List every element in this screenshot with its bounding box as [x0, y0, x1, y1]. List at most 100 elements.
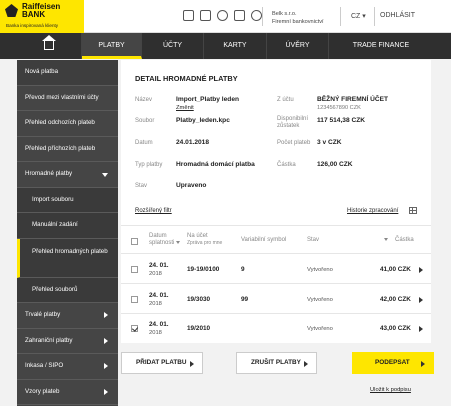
column-account[interactable]: Na účet Zpráva pro mne: [187, 233, 222, 247]
row-account: 19/3030: [187, 296, 211, 303]
sidebar-item-inkasa[interactable]: Inkasa / SIPO: [17, 354, 118, 380]
sidebar-item-label: Převod mezi vlastními účty: [25, 93, 99, 101]
raiffeisen-emblem-icon: [5, 4, 18, 17]
sort-icon[interactable]: [382, 237, 392, 244]
sidebar-item-label: Nová platba: [25, 68, 59, 75]
divider: [374, 7, 375, 26]
raiffeisen-logo[interactable]: Raiffeisen BANK Banka inspirovaná klient…: [0, 0, 84, 33]
chevron-right-icon: [421, 361, 425, 367]
page-title: DETAIL HROMADNÉ PLATBY: [135, 74, 238, 83]
row-year: 2018: [149, 301, 162, 307]
row-date: 24. 01.: [149, 292, 169, 299]
sidebar-subitem-prehled-hromadnych[interactable]: Přehled hromadných plateb: [17, 238, 118, 278]
column-variable-symbol[interactable]: Variabilní symbol: [241, 237, 286, 244]
chevron-right-icon: [104, 388, 108, 395]
chevron-right-icon: [304, 361, 308, 367]
column-due-date-line1: Datum: [149, 233, 167, 239]
column-state[interactable]: Stav: [307, 237, 319, 244]
row-account: 19-19/0100: [187, 266, 220, 273]
brand-name-line2: BANK: [22, 10, 46, 19]
calendar-icon[interactable]: [234, 10, 245, 21]
sidebar-item-hromadne[interactable]: Hromadné platby: [17, 162, 118, 188]
company-name: Belk s.r.o.: [272, 11, 297, 17]
chevron-right-icon: [104, 312, 108, 318]
company-subtitle: Firemní bankovnictví: [272, 19, 324, 25]
date-value: 24.01.2018: [176, 139, 210, 146]
add-payment-button[interactable]: PŘIDAT PLATBU: [121, 352, 203, 374]
language-selector[interactable]: CZ ▾: [351, 12, 366, 20]
column-due-date[interactable]: Datum splatnosti: [149, 233, 181, 247]
type-label: Typ platby: [135, 162, 163, 168]
chevron-right-icon: [104, 363, 108, 369]
chevron-right-icon[interactable]: [419, 326, 423, 332]
nav-trade-finance[interactable]: TRADE FINANCE: [329, 33, 433, 59]
account-number: 1234567890 CZK: [317, 105, 361, 111]
sidebar-item-label: Přehled hromadných plateb: [32, 247, 108, 255]
divider: [121, 253, 431, 254]
divider: [121, 313, 431, 314]
save-for-signature-link[interactable]: Uložit k podpisu: [370, 387, 411, 393]
column-amount[interactable]: Částka: [395, 237, 414, 244]
row-checkbox[interactable]: [131, 296, 138, 303]
document-icon[interactable]: [200, 10, 211, 21]
brand-tagline: Banka inspirovaná klienty: [6, 23, 59, 28]
sidebar-item-prevod[interactable]: Převod mezi vlastními účty: [17, 86, 118, 111]
sidebar-subitem-manualni[interactable]: Manuální zadání: [17, 213, 118, 239]
divider: [340, 7, 341, 26]
settings-icon[interactable]: [217, 10, 228, 21]
change-name-link[interactable]: Změnit: [176, 105, 194, 111]
nav-platby[interactable]: PLATBY: [82, 33, 142, 59]
column-account-line2: Zpráva pro mne: [187, 240, 223, 246]
sidebar-item-prichozi[interactable]: Přehled příchozích plateb: [17, 137, 118, 162]
row-year: 2018: [149, 271, 162, 277]
chevron-right-icon[interactable]: [419, 267, 423, 273]
grid-view-icon[interactable]: [409, 207, 417, 214]
nav-home[interactable]: [0, 33, 82, 59]
nav-uvery[interactable]: ÚVĚRY: [267, 33, 329, 59]
help-icon[interactable]: [251, 10, 262, 21]
amount-value: 126,00 CZK: [317, 161, 353, 168]
row-state: Vytvořeno: [307, 326, 333, 332]
company-selector[interactable]: Belk s.r.o. Firemní bankovnictví: [272, 10, 324, 26]
sign-button[interactable]: PODEPSAT: [352, 352, 434, 374]
logout-link[interactable]: ODHLÁSIT: [380, 12, 415, 19]
state-value: Upraveno: [176, 182, 207, 189]
name-value: Import_Platby leden: [176, 96, 240, 103]
chevron-right-icon[interactable]: [419, 297, 423, 303]
nav-ucty[interactable]: ÚČTY: [142, 33, 204, 59]
row-state: Vytvořeno: [307, 297, 333, 303]
processing-history-link[interactable]: Historie zpracování: [347, 208, 398, 214]
row-amount: 42,00 CZK: [380, 296, 411, 303]
top-icon-group: [183, 10, 262, 21]
sidebar-item-trvale[interactable]: Trvalé platby: [17, 303, 118, 329]
divider: [262, 7, 263, 26]
sidebar-subitem-import[interactable]: Import souboru: [17, 188, 118, 213]
sidebar-item-nova-platba[interactable]: Nová platba: [17, 60, 118, 86]
from-account-label: Z účtu: [277, 97, 294, 103]
sidebar-item-odchozi[interactable]: Přehled odchozích plateb: [17, 111, 118, 137]
detail-panel: DETAIL HROMADNÉ PLATBY Název Import_Plat…: [121, 60, 431, 343]
chevron-right-icon: [190, 361, 194, 367]
balance-value: 117 514,38 CZK: [317, 117, 366, 124]
row-amount: 43,00 CZK: [380, 325, 411, 332]
chevron-right-icon: [104, 337, 108, 344]
sidebar-item-vzory[interactable]: Vzory plateb: [17, 380, 118, 405]
nav-karty[interactable]: KARTY: [204, 33, 267, 59]
row-amount: 41,00 CZK: [380, 266, 411, 273]
sidebar-item-label: Přehled odchozích plateb: [25, 119, 95, 126]
select-all-checkbox[interactable]: [131, 238, 138, 245]
extended-filter-link[interactable]: Rozšířený filtr: [135, 208, 172, 214]
sidebar-subitem-prehled-souboru[interactable]: Přehled souborů: [17, 278, 118, 303]
sidebar-submenu: Import souboru Manuální zadání Přehled h…: [17, 187, 118, 303]
row-checkbox[interactable]: [131, 325, 138, 332]
row-vs: 9: [241, 266, 245, 273]
sidebar: Nová platba Převod mezi vlastními účty P…: [17, 60, 118, 406]
cancel-payments-button[interactable]: ZRUŠIT PLATBY: [236, 352, 317, 374]
chevron-down-icon: ▾: [362, 13, 366, 20]
mail-icon[interactable]: [183, 10, 194, 21]
row-vs: 99: [241, 296, 249, 303]
row-checkbox[interactable]: [131, 266, 138, 273]
sidebar-item-label: Zahraniční platby: [25, 336, 73, 344]
sidebar-item-zahranicni[interactable]: Zahraniční platby: [17, 329, 118, 354]
main-nav: PLATBY ÚČTY KARTY ÚVĚRY TRADE FINANCE: [0, 33, 451, 59]
